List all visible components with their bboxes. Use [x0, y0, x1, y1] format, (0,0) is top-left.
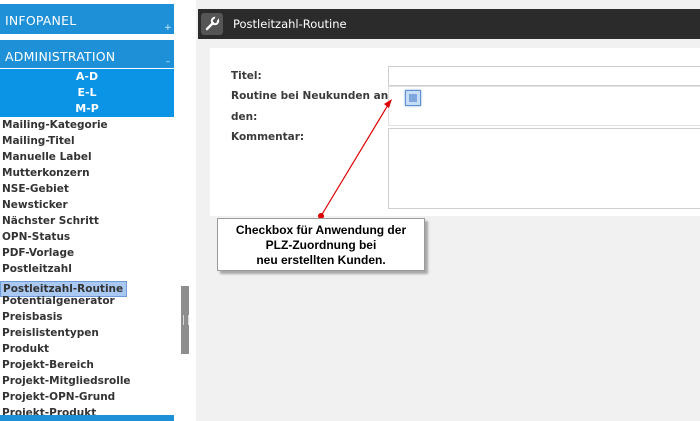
callout-line-1: Checkbox für Anwendung der: [235, 223, 407, 237]
callout-line-3: neu erstellten Kunden.: [256, 253, 386, 267]
callout-line-2: PLZ-Zuordnung bei: [265, 238, 377, 252]
annotation-arrow: [318, 99, 392, 219]
annotation-callout: Checkbox für Anwendung der PLZ-Zuordnung…: [217, 218, 425, 271]
